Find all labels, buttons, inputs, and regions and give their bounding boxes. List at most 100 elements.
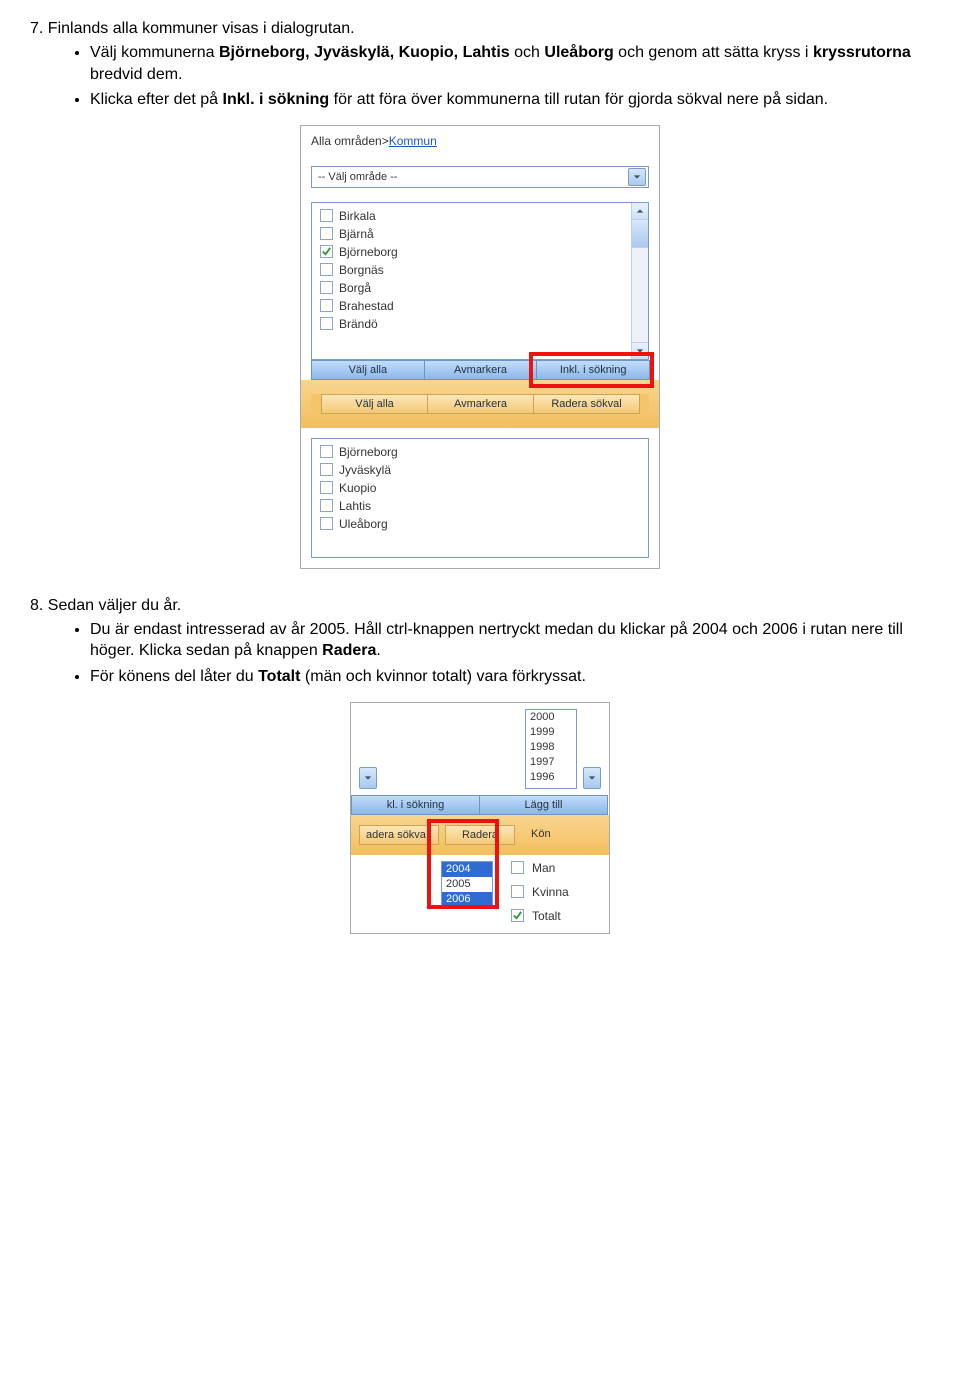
txt: Klicka efter det på [90,91,223,108]
include-in-search-button[interactable]: kl. i sökning [351,795,480,815]
delete-button[interactable]: Radera [445,825,515,845]
checkbox[interactable] [320,517,333,530]
scrollbar[interactable] [631,203,648,359]
area-dropdown[interactable]: -- Välj område -- [311,166,649,188]
year-option[interactable]: 1999 [526,725,576,740]
checkbox[interactable] [320,481,333,494]
year-option-selected[interactable]: 2004 [442,862,492,877]
step8-heading: 8. Sedan väljer du år. [30,597,930,615]
include-in-search-button[interactable]: Inkl. i sökning [536,360,650,380]
gender-option-man[interactable]: Man [511,861,569,875]
chevron-down-icon[interactable] [583,767,601,789]
list-item[interactable]: Borgnäs [312,261,648,279]
list-item[interactable]: Björneborg [312,443,648,461]
list-item[interactable]: Kuopio [312,479,648,497]
municipality-listbox[interactable]: Birkala Bjärnå Björneborg Borgnäs Borgå … [311,202,649,360]
checkbox[interactable] [320,263,333,276]
chevron-down-icon[interactable] [628,168,646,186]
list-item[interactable]: Jyväskylä [312,461,648,479]
txt-bold: Björneborg, Jyväskylä, Kuopio, Lahtis [219,44,514,61]
list-item-label: Lahtis [339,499,371,513]
txt: För könens del låter du [90,668,258,685]
year-gender-dialog: 2000 1999 1998 1997 1996 kl. i sökning L… [350,702,610,934]
step7-bullet-2: Klicka efter det på Inkl. i sökning för … [90,89,930,111]
step8-bullets: Du är endast intresserad av år 2005. Hål… [30,619,930,688]
select-all-button[interactable]: Välj alla [321,394,428,414]
checkbox[interactable] [320,209,333,222]
list-item[interactable]: Birkala [312,207,648,225]
add-button[interactable]: Lägg till [479,795,608,815]
step7-heading: 7. Finlands alla kommuner visas i dialog… [30,20,930,38]
checkbox[interactable] [320,227,333,240]
delete-selection-button[interactable]: adera sökva [359,825,439,845]
gender-label: Kön [521,825,581,845]
txt-bold: Inkl. i sökning [223,91,330,108]
dropdown-value: -- Välj område -- [318,171,397,183]
list-item-label: Uleåborg [339,517,388,531]
txt-bold: Uleåborg [544,44,613,61]
year-option[interactable]: 1997 [526,755,576,770]
checkbox[interactable] [511,861,524,874]
txt: . [376,642,380,659]
breadcrumb-link-kommun[interactable]: Kommun [389,134,437,148]
step7-bullets: Välj kommunerna Björneborg, Jyväskylä, K… [30,42,930,111]
list-item-label: Borgå [339,281,371,295]
list-item-label: Brändö [339,317,378,331]
amber-band: Välj alla Avmarkera Radera sökval [301,380,659,428]
gender-label-text: Kvinna [532,885,569,899]
gender-option-kvinna[interactable]: Kvinna [511,885,569,899]
selected-listbox[interactable]: Björneborg Jyväskylä Kuopio Lahtis Uleåb… [311,438,649,558]
txt-bold: kryssrutorna [813,44,911,61]
year-option[interactable]: 1996 [526,770,576,785]
checkbox-checked[interactable] [511,909,524,922]
scroll-down-icon[interactable] [632,342,648,359]
list-item-label: Borgnäs [339,263,384,277]
year-option-selected[interactable]: 2006 [442,892,492,907]
list-item-label: Björneborg [339,445,398,459]
checkbox[interactable] [320,299,333,312]
area-dialog: Alla områden>Kommun -- Välj område -- Bi… [300,125,660,569]
year-listbox-selected[interactable]: 2004 2005 2006 [441,861,493,908]
txt-bold: Radera [322,642,376,659]
gender-label-text: Man [532,861,555,875]
year-listbox-top[interactable]: 2000 1999 1998 1997 1996 [525,709,577,789]
year-option[interactable]: 2000 [526,710,576,725]
txt: Du är endast intresserad av år 2005. Hål… [90,621,903,660]
txt: och genom att sätta kryss i [614,44,813,61]
checkbox[interactable] [320,317,333,330]
year-option[interactable]: 2005 [442,877,492,892]
list-item[interactable]: Björneborg [312,243,648,261]
scroll-track[interactable] [632,248,648,342]
checkbox[interactable] [320,463,333,476]
deselect-button[interactable]: Avmarkera [427,394,534,414]
list-item[interactable]: Brahestad [312,297,648,315]
amber-row: adera sökva Radera Kön [351,815,609,855]
checkbox[interactable] [320,281,333,294]
breadcrumb-root: Alla områden> [311,134,389,148]
list-item-label: Björneborg [339,245,398,259]
list-item[interactable]: Uleåborg [312,515,648,533]
checkbox[interactable] [511,885,524,898]
list-item[interactable]: Bjärnå [312,225,648,243]
step8-bullet-1: Du är endast intresserad av år 2005. Hål… [90,619,930,662]
checkbox-checked[interactable] [320,245,333,258]
txt: och [514,44,544,61]
scroll-thumb[interactable] [632,220,648,248]
list-item[interactable]: Brändö [312,315,648,333]
list-item-label: Bjärnå [339,227,374,241]
select-all-button[interactable]: Välj alla [311,360,425,380]
delete-selection-button[interactable]: Radera sökval [533,394,640,414]
chevron-down-icon[interactable] [359,767,377,789]
list-item[interactable]: Lahtis [312,497,648,515]
list-item-label: Jyväskylä [339,463,391,477]
year-option[interactable]: 1998 [526,740,576,755]
step7-bullet-1: Välj kommunerna Björneborg, Jyväskylä, K… [90,42,930,85]
checkbox[interactable] [320,445,333,458]
txt: Välj kommunerna [90,44,219,61]
list-item-label: Brahestad [339,299,394,313]
deselect-button[interactable]: Avmarkera [424,360,538,380]
scroll-up-icon[interactable] [632,203,648,220]
gender-option-totalt[interactable]: Totalt [511,909,569,923]
checkbox[interactable] [320,499,333,512]
list-item[interactable]: Borgå [312,279,648,297]
